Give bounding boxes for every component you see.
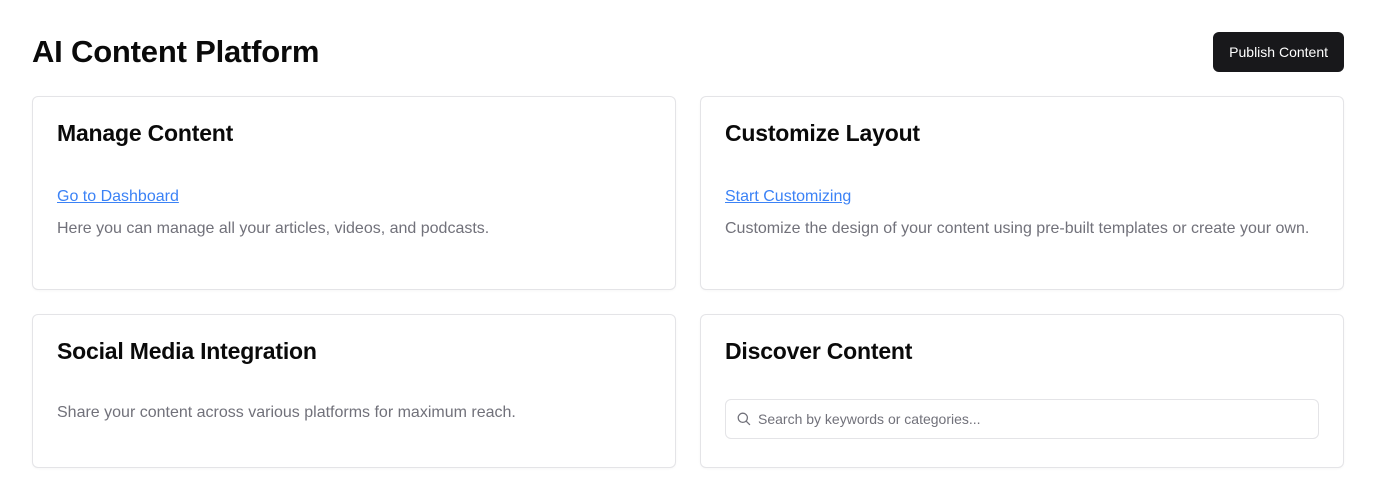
header: AI Content Platform Publish Content (32, 32, 1344, 72)
card-title: Social Media Integration (57, 338, 317, 364)
card-title: Discover Content (725, 338, 913, 364)
search-box[interactable] (725, 399, 1319, 439)
discover-content-card: Discover Content (700, 314, 1344, 468)
start-customizing-link[interactable]: Start Customizing (725, 185, 851, 209)
card-title: Manage Content (57, 120, 234, 146)
go-to-dashboard-link[interactable]: Go to Dashboard (57, 185, 179, 209)
page: AI Content Platform Publish Content Mana… (0, 0, 1376, 500)
publish-content-button[interactable]: Publish Content (1213, 32, 1344, 72)
card-description: Customize the design of your content usi… (725, 220, 1310, 237)
page-title: AI Content Platform (32, 34, 320, 69)
manage-content-card: Manage Content Go to Dashboard Here you … (32, 96, 676, 290)
search-icon (736, 411, 752, 427)
card-description: Share your content across various platfo… (57, 404, 516, 421)
card-title: Customize Layout (725, 120, 920, 146)
card-grid: Manage Content Go to Dashboard Here you … (32, 96, 1344, 468)
social-media-integration-card: Social Media Integration Share your cont… (32, 314, 676, 468)
customize-layout-card: Customize Layout Start Customizing Custo… (700, 96, 1344, 290)
card-description: Here you can manage all your articles, v… (57, 220, 490, 237)
search-input[interactable] (758, 400, 1308, 438)
